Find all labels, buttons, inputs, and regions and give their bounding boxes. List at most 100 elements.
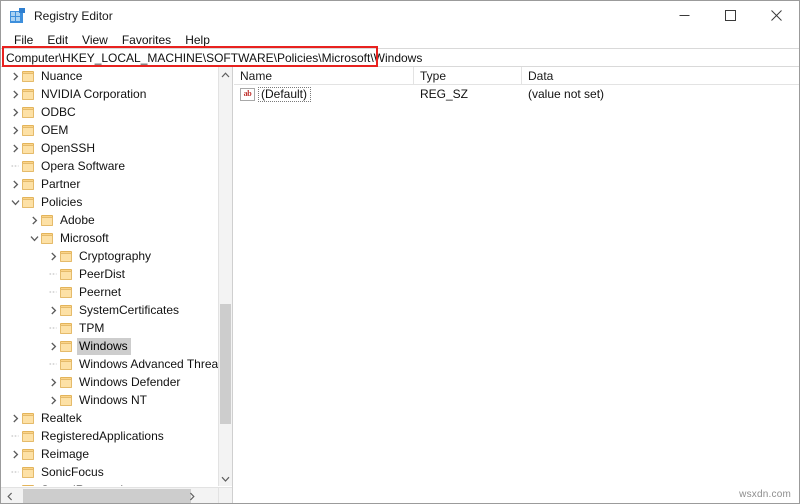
address-path: Computer\HKEY_LOCAL_MACHINE\SOFTWARE\Pol… <box>6 50 423 65</box>
folder-icon <box>21 88 35 101</box>
folder-icon <box>59 358 73 371</box>
tree-item-systemcertificates[interactable]: SystemCertificates <box>1 301 219 319</box>
value-name-cell[interactable]: ab (Default) <box>240 85 312 103</box>
tree-expand-chevron-icon[interactable] <box>47 301 59 319</box>
tree-item-realtek[interactable]: Realtek <box>1 409 219 427</box>
tree-item-label: Windows Advanced Threat Protection <box>79 356 219 371</box>
folder-icon <box>40 232 54 245</box>
tree-item-label: Realtek <box>41 410 82 425</box>
tree-expand-chevron-icon[interactable] <box>47 337 59 355</box>
tree-item-cryptography[interactable]: Cryptography <box>1 247 219 265</box>
values-list[interactable]: ab (Default) REG_SZ (value not set) <box>234 85 799 103</box>
tree-hscroll-thumb[interactable] <box>23 489 191 503</box>
tree-expand-chevron-icon[interactable] <box>9 409 21 427</box>
tree-item-openssh[interactable]: OpenSSH <box>1 139 219 157</box>
tree-leaf-marker <box>9 427 21 445</box>
tree-collapse-chevron-icon[interactable] <box>28 229 40 247</box>
scrollbar-corner <box>218 487 232 503</box>
tree-expand-chevron-icon[interactable] <box>9 121 21 139</box>
column-header-type[interactable]: Type <box>414 67 522 84</box>
registry-tree[interactable]: Nuance NVIDIA Corporation ODBC OEM OpenSSH Op… <box>1 67 219 486</box>
tree-item-label: Windows Defender <box>79 374 181 389</box>
tree-expand-chevron-icon[interactable] <box>47 373 59 391</box>
folder-icon <box>21 124 35 137</box>
tree-item-soundresearch[interactable]: SoundResearch <box>1 481 219 486</box>
content-panes: Nuance NVIDIA Corporation ODBC OEM OpenSSH Op… <box>1 67 799 503</box>
title-bar: Registry Editor <box>1 1 799 30</box>
menu-item-view[interactable]: View <box>75 32 115 48</box>
chevron-right-icon <box>189 492 195 500</box>
tree-leaf-marker <box>47 355 59 373</box>
tree-item-windows-nt[interactable]: Windows NT <box>1 391 219 409</box>
value-data-cell: (value not set) <box>528 87 605 101</box>
menu-bar: File Edit View Favorites Help <box>1 30 799 49</box>
minimize-icon <box>679 15 689 16</box>
tree-leaf-marker <box>9 481 21 486</box>
tree-item-tpm[interactable]: TPM <box>1 319 219 337</box>
tree-item-peerdist[interactable]: PeerDist <box>1 265 219 283</box>
menu-item-file[interactable]: File <box>7 32 40 48</box>
folder-icon <box>21 448 35 461</box>
tree-item-label: Cryptography <box>79 248 152 263</box>
scroll-up-button[interactable] <box>219 67 232 82</box>
tree-item-label: Opera Software <box>41 158 126 173</box>
menu-item-help[interactable]: Help <box>178 32 217 48</box>
menu-item-edit[interactable]: Edit <box>40 32 75 48</box>
tree-item-label: Microsoft <box>60 230 109 245</box>
close-button[interactable] <box>753 1 799 30</box>
column-header-name[interactable]: Name <box>234 67 414 84</box>
tree-collapse-chevron-icon[interactable] <box>9 193 21 211</box>
tree-item-microsoft[interactable]: Microsoft <box>1 229 219 247</box>
tree-item-odbc[interactable]: ODBC <box>1 103 219 121</box>
table-row[interactable]: ab (Default) REG_SZ (value not set) <box>234 85 799 103</box>
tree-expand-chevron-icon[interactable] <box>28 211 40 229</box>
tree-item-policies[interactable]: Policies <box>1 193 219 211</box>
menu-item-favorites[interactable]: Favorites <box>115 32 178 48</box>
tree-item-label: TPM <box>79 320 105 335</box>
tree-horizontal-scrollbar[interactable] <box>1 487 219 503</box>
scroll-left-button[interactable] <box>2 488 18 503</box>
window-title: Registry Editor <box>34 8 113 23</box>
tree-expand-chevron-icon[interactable] <box>9 445 21 463</box>
tree-leaf-marker <box>9 157 21 175</box>
tree-item-peernet[interactable]: Peernet <box>1 283 219 301</box>
tree-item-nuance[interactable]: Nuance <box>1 67 219 85</box>
scroll-right-button[interactable] <box>184 488 200 503</box>
tree-item-partner[interactable]: Partner <box>1 175 219 193</box>
tree-item-adobe[interactable]: Adobe <box>1 211 219 229</box>
tree-expand-chevron-icon[interactable] <box>9 139 21 157</box>
tree-item-reimage[interactable]: Reimage <box>1 445 219 463</box>
tree-leaf-marker <box>9 463 21 481</box>
tree-item-registeredapplications[interactable]: RegisteredApplications <box>1 427 219 445</box>
tree-vertical-scrollbar[interactable] <box>218 67 232 486</box>
scroll-down-button[interactable] <box>219 471 232 486</box>
folder-icon <box>21 196 35 209</box>
tree-item-nvidia-corporation[interactable]: NVIDIA Corporation <box>1 85 219 103</box>
tree-item-windows[interactable]: Windows <box>1 337 219 355</box>
minimize-button[interactable] <box>661 1 707 30</box>
tree-leaf-marker <box>47 319 59 337</box>
tree-item-sonicfocus[interactable]: SonicFocus <box>1 463 219 481</box>
folder-icon <box>21 106 35 119</box>
tree-scroll-thumb[interactable] <box>220 304 231 424</box>
tree-expand-chevron-icon[interactable] <box>47 247 59 265</box>
tree-item-label: ODBC <box>41 104 76 119</box>
folder-icon <box>21 466 35 479</box>
tree-expand-chevron-icon[interactable] <box>9 67 21 85</box>
tree-expand-chevron-icon[interactable] <box>9 85 21 103</box>
folder-icon <box>21 412 35 425</box>
tree-expand-chevron-icon[interactable] <box>9 175 21 193</box>
window-controls <box>661 1 799 30</box>
tree-item-oem[interactable]: OEM <box>1 121 219 139</box>
tree-item-label: NVIDIA Corporation <box>41 86 147 101</box>
values-column-header: Name Type Data <box>234 67 799 85</box>
maximize-button[interactable] <box>707 1 753 30</box>
address-bar[interactable]: Computer\HKEY_LOCAL_MACHINE\SOFTWARE\Pol… <box>1 48 799 67</box>
tree-expand-chevron-icon[interactable] <box>47 391 59 409</box>
tree-item-windows-defender[interactable]: Windows Defender <box>1 373 219 391</box>
column-header-data[interactable]: Data <box>522 67 799 84</box>
tree-expand-chevron-icon[interactable] <box>9 103 21 121</box>
tree-item-opera-software[interactable]: Opera Software <box>1 157 219 175</box>
tree-item-label: SystemCertificates <box>79 302 180 317</box>
tree-item-windows-advanced-threat-protection[interactable]: Windows Advanced Threat Protection <box>1 355 219 373</box>
